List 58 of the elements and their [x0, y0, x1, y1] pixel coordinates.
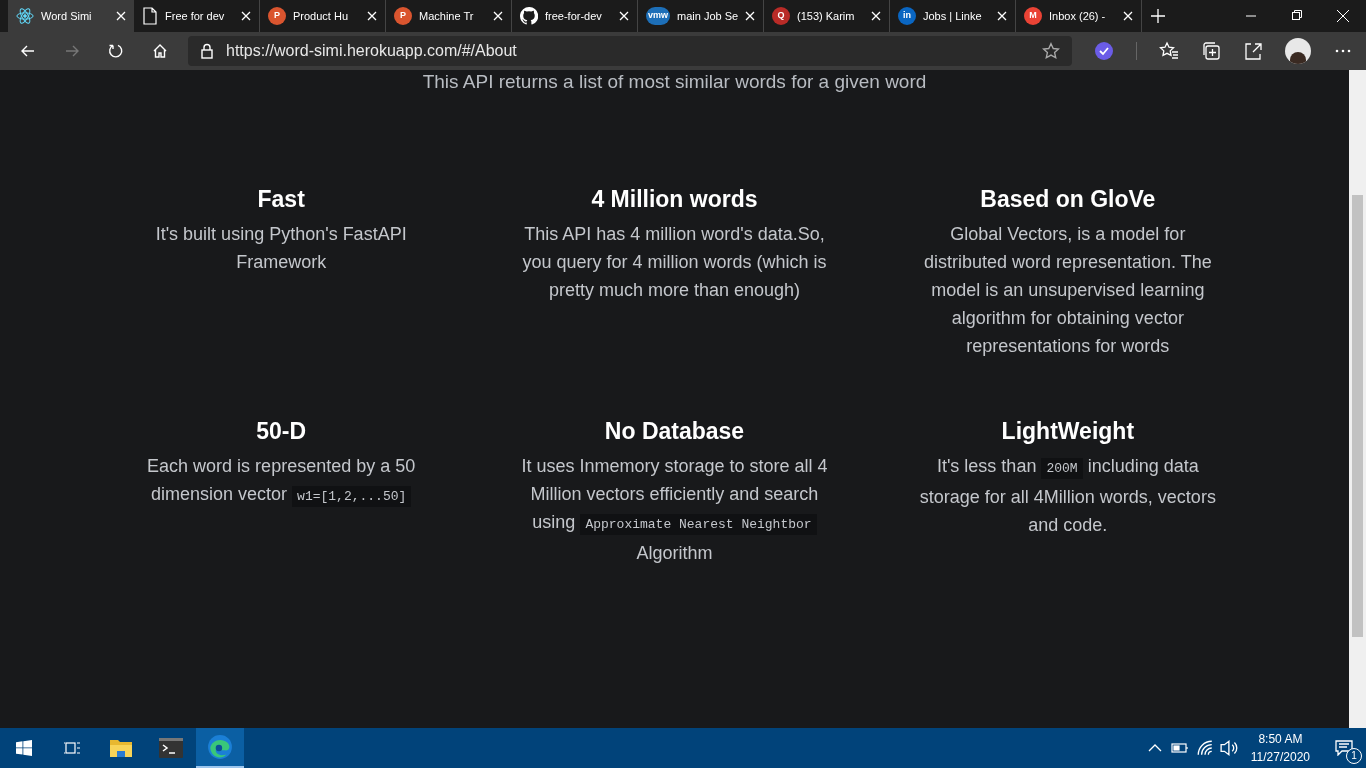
- tab-title: free-for-dev: [545, 8, 602, 24]
- lock-icon: [200, 43, 214, 59]
- site-logo-icon: M: [1024, 7, 1042, 25]
- profile-avatar[interactable]: [1285, 38, 1311, 64]
- check-shield-icon[interactable]: [1094, 41, 1114, 61]
- feature-description: Each word is represented by a 50 dimension vector w1=[1,2,...50]: [121, 452, 442, 511]
- close-icon[interactable]: [745, 11, 756, 21]
- feature-title: Based on GloVe: [980, 185, 1156, 214]
- github-cat-icon: [520, 7, 538, 25]
- feature-description: It's built using Python's FastAPI Framework: [154, 223, 408, 274]
- edge-icon: [207, 734, 233, 760]
- feature-description: It's less than 200M including data storage for all 4Million words, vectors and code.: [918, 455, 1217, 537]
- site-logo-icon: vmw: [646, 7, 670, 25]
- feature-title: No Database: [604, 417, 745, 446]
- notification-count: 1: [1346, 748, 1362, 764]
- url-text: https://word-simi.herokuapp.com/#/About: [226, 41, 517, 61]
- close-icon[interactable]: [116, 11, 126, 21]
- tab-title: Word Simi: [41, 8, 92, 24]
- close-icon[interactable]: [241, 11, 251, 21]
- favorites-icon[interactable]: [1159, 41, 1179, 61]
- share-icon[interactable]: [1243, 41, 1263, 61]
- close-icon[interactable]: [1123, 11, 1133, 21]
- tab-title: main Job Se: [677, 8, 739, 24]
- feature-title: LightWeight: [1001, 417, 1135, 446]
- site-logo-icon: P: [394, 7, 412, 25]
- tab-title: Inbox (26) -: [1049, 8, 1106, 24]
- page-icon: [142, 7, 158, 25]
- collections-icon[interactable]: [1201, 41, 1221, 61]
- site-logo-icon: Q: [772, 7, 790, 25]
- browser-tab[interactable]: Word Simi: [8, 0, 134, 32]
- subtitle: This API returns a list of most similar words for a given word: [421, 70, 928, 94]
- feature-title: 4 Million words: [591, 185, 758, 214]
- new-tab-icon[interactable]: [1150, 8, 1166, 24]
- close-icon[interactable]: [367, 11, 377, 21]
- feature-description: Global Vectors, is a model for distributed word representation. The model is an unsupervised learning algorithm for obtaining vector representations for words: [922, 223, 1213, 358]
- address-bar[interactable]: https://word-simi.herokuapp.com/#/About: [188, 36, 1072, 66]
- notification-button[interactable]: 1: [1322, 728, 1366, 768]
- site-logo-icon: in: [898, 7, 916, 25]
- tab-title: Machine Tr: [419, 8, 474, 24]
- feature-title: 50-D: [256, 417, 307, 446]
- favorite-star-icon[interactable]: [1042, 42, 1060, 60]
- tab-title: Jobs | Linke: [923, 8, 982, 24]
- chat-icon: [1335, 740, 1353, 756]
- clock[interactable]: 8:50 AM 11/27/2020: [1242, 730, 1318, 766]
- feature-description: This API has 4 million word's data.So, you query for 4 million words (which is pretty much more than enough): [521, 223, 828, 302]
- close-icon[interactable]: [997, 11, 1007, 21]
- edge-taskbar-button[interactable]: [196, 728, 244, 768]
- tab-title: (153) Karim: [797, 8, 855, 24]
- scrollbar[interactable]: [1349, 70, 1366, 728]
- tab-title: Product Hu: [293, 8, 349, 24]
- site-logo-icon: P: [268, 7, 286, 25]
- tab-title: Free for dev: [165, 8, 225, 24]
- close-icon[interactable]: [619, 11, 629, 21]
- feature-description: It uses Inmemory storage to store all 4 Million vectors efficiently and search using Approximate Nearest Neightbor Algorithm: [520, 455, 829, 565]
- close-icon[interactable]: [871, 11, 881, 21]
- close-icon[interactable]: [493, 11, 503, 21]
- feature-title: Fast: [257, 185, 305, 214]
- atom-icon: [16, 7, 34, 25]
